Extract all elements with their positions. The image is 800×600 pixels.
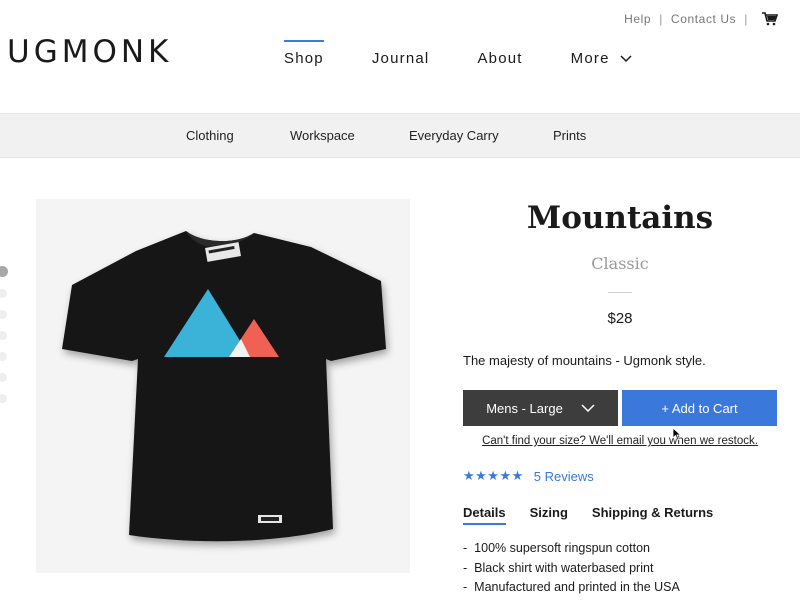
chevron-down-icon [620, 54, 632, 62]
list-item: Black shirt with waterbased print [463, 561, 680, 577]
tab-details[interactable]: Details [463, 505, 506, 525]
details-list: 100% supersoft ringspun cotton Black shi… [463, 541, 680, 600]
size-select-value: Mens - Large [486, 400, 563, 416]
gallery-dot[interactable] [0, 394, 7, 403]
nav-journal[interactable]: Journal [372, 50, 430, 67]
main-nav: Shop Journal About More [284, 40, 680, 67]
size-select[interactable]: Mens - Large [463, 390, 618, 426]
nav-about[interactable]: About [477, 50, 522, 67]
nav-more[interactable]: More [571, 50, 632, 67]
tshirt-image [62, 231, 386, 542]
product-description: The majesty of mountains - Ugmonk style. [463, 353, 706, 368]
category-everyday-carry[interactable]: Everyday Carry [409, 128, 499, 143]
category-prints[interactable]: Prints [553, 128, 586, 143]
gallery-dot[interactable] [0, 266, 8, 277]
help-link[interactable]: Help [624, 12, 651, 26]
add-to-cart-button[interactable]: + Add to Cart [622, 390, 777, 426]
nav-shop[interactable]: Shop [284, 40, 324, 67]
gallery-dot[interactable] [0, 373, 7, 382]
star-rating-icon: ★★★★★ [463, 468, 524, 483]
restock-link[interactable]: Can't find your size? We'll email you wh… [463, 435, 777, 447]
title-divider [608, 292, 632, 293]
gallery-dot[interactable] [0, 352, 7, 361]
nav-more-label: More [570, 50, 610, 67]
cart-icon[interactable] [762, 12, 779, 26]
category-clothing[interactable]: Clothing [186, 128, 234, 143]
product-subtitle: Classic [591, 254, 649, 273]
list-item: 100% supersoft ringspun cotton [463, 541, 680, 557]
gallery-dot[interactable] [0, 310, 7, 319]
divider: | [744, 12, 748, 26]
contact-us-link[interactable]: Contact Us [671, 12, 736, 26]
site-logo[interactable]: UGMONK [7, 34, 172, 70]
reviews: ★★★★★ 5 Reviews [463, 468, 594, 484]
tab-shipping-returns[interactable]: Shipping & Returns [592, 505, 713, 525]
mouse-cursor-icon [672, 427, 682, 441]
product-price: $28 [607, 310, 633, 327]
product-tabs: Details Sizing Shipping & Returns [463, 505, 737, 525]
list-item: Manufactured and printed in the USA [463, 580, 680, 596]
tab-sizing[interactable]: Sizing [530, 505, 568, 525]
utility-nav: Help | Contact Us | [624, 12, 779, 26]
divider: | [659, 12, 663, 26]
gallery-dots [0, 266, 8, 415]
category-bar: Clothing Workspace Everyday Carry Prints [0, 113, 800, 158]
gallery-dot[interactable] [0, 289, 7, 298]
product-image[interactable] [36, 199, 410, 573]
reviews-link[interactable]: 5 Reviews [534, 469, 594, 484]
product-title: Mountains [526, 200, 714, 236]
category-workspace[interactable]: Workspace [290, 128, 355, 143]
gallery-dot[interactable] [0, 331, 7, 340]
chevron-down-icon [581, 404, 595, 412]
